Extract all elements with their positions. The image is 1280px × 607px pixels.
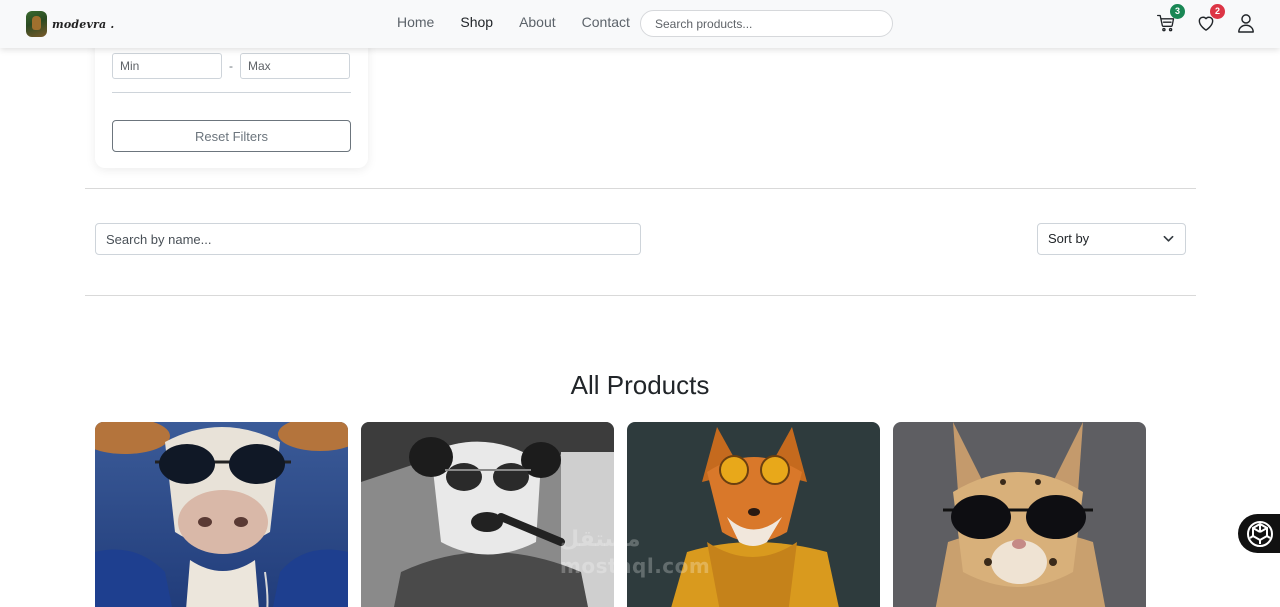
cart-count-badge: 3 (1170, 4, 1185, 19)
user-icon (1238, 14, 1254, 33)
navbar: modevra . Home Shop About Contact 3 2 (0, 0, 1280, 48)
reset-filters-button[interactable]: Reset Filters (112, 120, 351, 152)
filter-divider (112, 92, 351, 93)
brand-name: modevra . (52, 17, 115, 31)
price-filter-card: - Reset Filters (95, 30, 368, 168)
brand[interactable]: modevra . (26, 11, 114, 37)
cart-button[interactable]: 3 (1156, 4, 1185, 33)
product-image (95, 422, 348, 607)
price-max-input[interactable] (240, 53, 350, 79)
nav-links: Home Shop About Contact (397, 14, 656, 30)
product-card[interactable] (627, 422, 880, 607)
brand-logo-icon (26, 11, 47, 37)
account-button[interactable] (1237, 13, 1255, 33)
product-card[interactable] (95, 422, 348, 607)
chat-assistant-button[interactable] (1238, 514, 1280, 553)
openai-logo-icon (1247, 521, 1273, 547)
product-card[interactable] (893, 422, 1146, 607)
sort-select-label: Sort by (1048, 231, 1090, 246)
product-image (893, 422, 1146, 607)
wishlist-count-badge: 2 (1210, 4, 1225, 19)
nav-link-about[interactable]: About (519, 14, 556, 30)
nav-link-home[interactable]: Home (397, 14, 434, 30)
section-divider (85, 188, 1196, 189)
product-image (361, 422, 614, 607)
nav-link-shop[interactable]: Shop (460, 14, 493, 30)
chevron-down-icon (1163, 235, 1174, 242)
product-image (627, 422, 880, 607)
product-card[interactable] (361, 422, 614, 607)
wishlist-button[interactable]: 2 (1196, 4, 1225, 33)
section-title: All Products (570, 370, 710, 400)
nav-search-input[interactable] (640, 10, 893, 37)
section-divider (85, 295, 1196, 296)
price-range-separator: - (229, 59, 233, 73)
name-search-input[interactable] (95, 223, 641, 255)
price-min-input[interactable] (112, 53, 222, 79)
nav-link-contact[interactable]: Contact (582, 14, 630, 30)
sort-select[interactable]: Sort by (1037, 223, 1186, 255)
